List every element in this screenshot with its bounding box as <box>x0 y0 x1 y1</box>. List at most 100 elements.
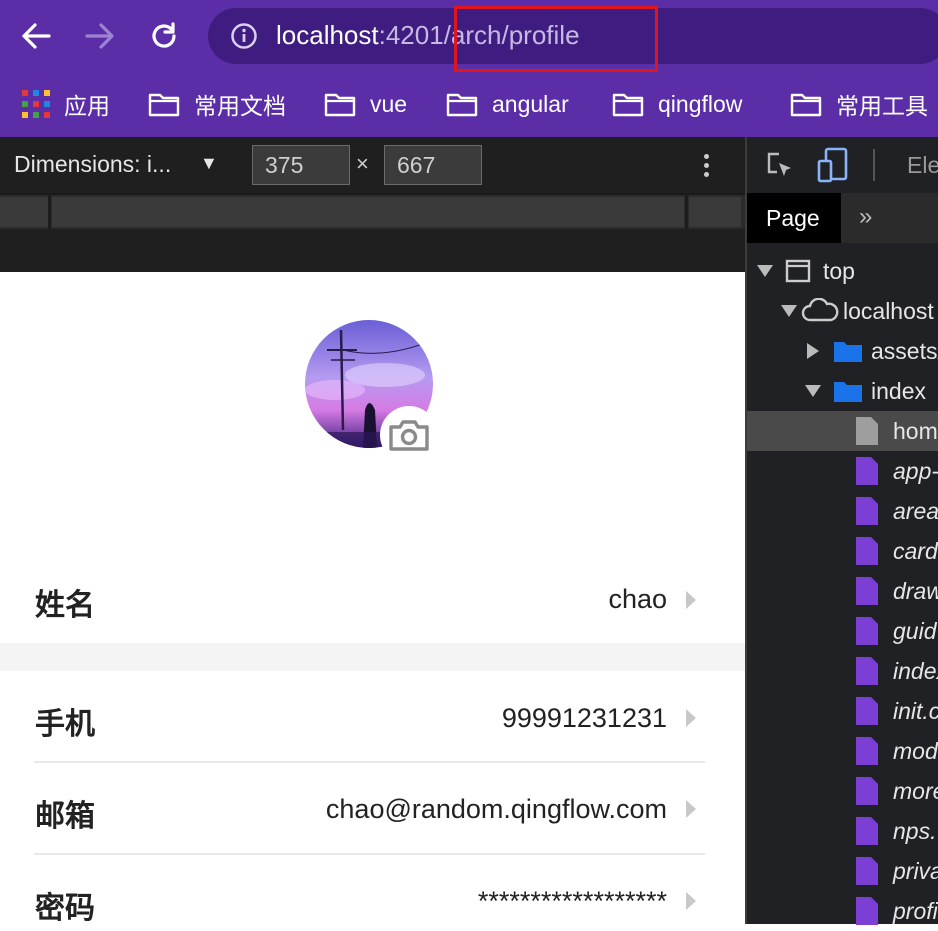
device-toggle-icon[interactable] <box>817 147 851 183</box>
bookmark-label: 常用工具 <box>836 93 928 119</box>
dimensions-select[interactable]: Dimensions: i... <box>14 151 171 178</box>
tree-label: assets/ <box>871 337 938 364</box>
tree-label: mod <box>893 737 938 764</box>
tree-item-file[interactable]: mod <box>855 731 938 771</box>
browser-toolbar: localhost:4201/arch/profile 应用 常用文档 vue … <box>0 0 938 137</box>
script-file-icon <box>856 857 878 885</box>
tree-item-file[interactable]: area <box>855 491 938 531</box>
caret-right-icon <box>807 343 819 359</box>
camera-button[interactable] <box>380 406 438 464</box>
toolbar-divider <box>873 149 875 181</box>
forward-button[interactable] <box>78 14 122 58</box>
folder-icon <box>148 93 180 117</box>
chevron-right-icon <box>686 800 696 818</box>
script-file-icon <box>856 457 878 485</box>
tree-item-file[interactable]: draw <box>855 571 938 611</box>
height-input[interactable]: 667 <box>384 145 482 185</box>
bookmark-apps[interactable]: 应用 <box>22 86 110 122</box>
chevron-right-icon <box>686 591 696 609</box>
url-host: localhost <box>276 20 379 50</box>
tree-label: profi <box>893 897 938 924</box>
tree-item-file[interactable]: card <box>855 531 938 571</box>
folder-icon <box>612 93 644 117</box>
media-query-ruler <box>0 193 745 229</box>
arrow-left-icon <box>22 23 51 49</box>
chevron-right-icon <box>686 709 696 727</box>
script-file-icon <box>856 817 878 845</box>
tree-item-file[interactable]: nps. <box>855 811 936 851</box>
tree-item-file[interactable]: index <box>855 651 938 691</box>
folder-icon <box>834 382 862 402</box>
folder-icon <box>834 342 862 362</box>
tree-item-index-folder[interactable]: index <box>805 371 926 411</box>
reload-icon <box>152 22 176 48</box>
bookmark-angular[interactable]: angular <box>446 86 569 122</box>
tree-item-file[interactable]: more <box>855 771 938 811</box>
tree-item-file[interactable]: hom <box>855 411 938 451</box>
chevron-right-icon <box>686 892 696 910</box>
tree-label: guid <box>893 617 937 644</box>
tree-item-assets[interactable]: assets/ <box>807 331 938 371</box>
devtools-panel: Ele Page » top localhost assets/ index h… <box>745 137 938 925</box>
bookmark-tools[interactable]: 常用工具 <box>790 86 928 122</box>
profile-row-name[interactable]: 姓名 chao <box>0 562 745 642</box>
tree-item-file[interactable]: guid <box>855 611 936 651</box>
script-file-icon <box>856 897 878 925</box>
row-value: chao@random.qingflow.com <box>325 794 667 824</box>
tree-item-file[interactable]: profi <box>855 891 938 931</box>
bookmark-docs[interactable]: 常用文档 <box>148 86 286 122</box>
row-value: 99991231231 <box>501 703 667 733</box>
script-file-icon <box>856 777 878 805</box>
tree-label: area <box>893 497 938 524</box>
tree-item-file[interactable]: priva <box>855 851 938 891</box>
sources-subtabs: Page » <box>747 193 938 243</box>
bookmark-qingflow[interactable]: qingflow <box>612 86 742 122</box>
tree-label: localhost <box>843 297 934 324</box>
info-icon[interactable] <box>230 22 258 50</box>
highlight-box <box>454 6 658 72</box>
width-input[interactable]: 375 <box>252 145 350 185</box>
apps-grid-icon <box>22 90 50 118</box>
elements-tab[interactable]: Ele <box>907 152 938 179</box>
profile-row-phone[interactable]: 手机 99991231231 <box>0 671 745 761</box>
script-file-icon <box>856 537 878 565</box>
bookmark-label: 应用 <box>64 93 110 119</box>
row-label: 姓名 <box>35 589 95 622</box>
frame-icon <box>785 259 811 283</box>
section-separator <box>0 643 745 671</box>
row-label: 邮箱 <box>35 800 95 833</box>
caret-down-icon <box>805 385 821 397</box>
caret-down-icon[interactable]: ▼ <box>200 153 218 174</box>
profile-row-password[interactable]: 密码 ****************** <box>0 855 745 924</box>
mobile-viewport: 姓名 chao 手机 99991231231 邮箱 chao@random.qi… <box>0 272 745 924</box>
page-tab[interactable]: Page <box>747 193 841 243</box>
url-port: :420 <box>378 20 430 50</box>
tree-item-file[interactable]: init.c <box>855 691 938 731</box>
times-symbol: × <box>356 151 369 176</box>
back-button[interactable] <box>14 14 58 58</box>
tree-label: app- <box>893 457 938 484</box>
script-file-icon <box>856 617 878 645</box>
tree-item-top[interactable]: top <box>757 251 855 291</box>
bookmark-vue[interactable]: vue <box>324 86 407 122</box>
bookmark-label: angular <box>492 90 569 117</box>
more-tabs-icon[interactable]: » <box>859 203 872 231</box>
bookmarks-bar: 应用 常用文档 vue angular qingflow 常用工具 <box>0 76 938 132</box>
tree-item-localhost[interactable]: localhost <box>781 291 934 331</box>
tree-label: top <box>823 257 855 284</box>
tree-item-file[interactable]: app- <box>855 451 938 491</box>
devtools-toolbar: Ele <box>747 137 938 193</box>
bookmark-label: vue <box>370 90 408 117</box>
inspect-element-icon[interactable] <box>765 151 795 181</box>
script-file-icon <box>856 737 878 765</box>
script-file-icon <box>856 497 878 525</box>
bookmark-label: qingflow <box>658 90 743 117</box>
more-options-icon[interactable] <box>696 151 716 181</box>
tree-label: index <box>893 657 938 684</box>
camera-icon <box>389 420 429 451</box>
profile-row-email[interactable]: 邮箱 chao@random.qingflow.com <box>0 763 745 853</box>
reload-button[interactable] <box>142 14 186 58</box>
tree-label: priva <box>893 857 938 884</box>
caret-down-icon <box>781 305 797 317</box>
row-label: 手机 <box>35 708 95 741</box>
